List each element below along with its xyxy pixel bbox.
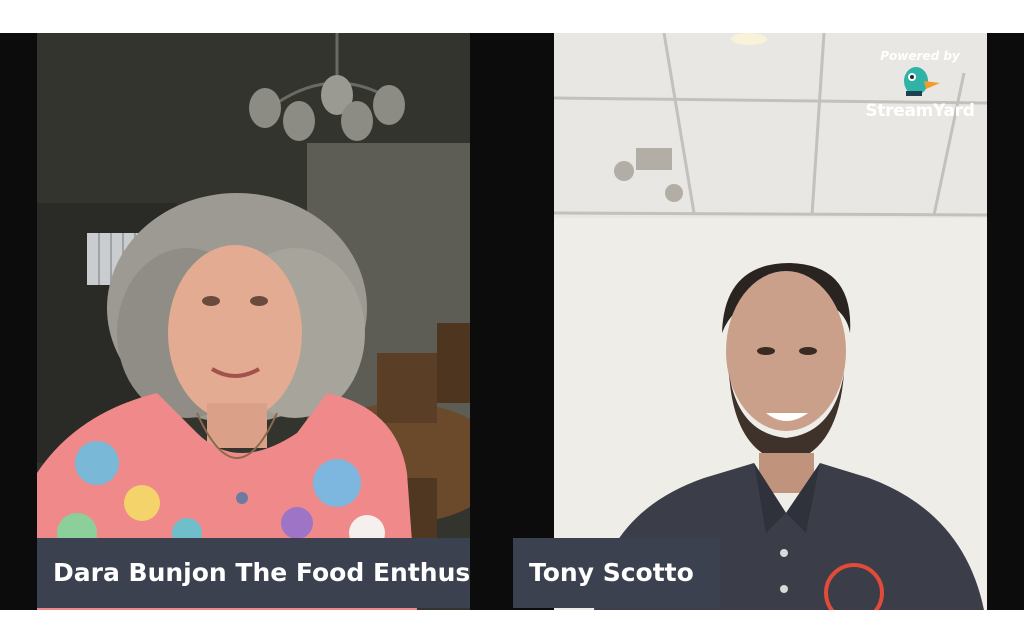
participant-video-tony: Powered by StreamYard	[554, 33, 987, 610]
streamyard-branding: Powered by StreamYard	[863, 49, 977, 121]
streamyard-logo-text: StreamYard	[865, 101, 975, 121]
participant-name-label: Dara Bunjon The Food Enthusi...	[37, 538, 470, 608]
duck-logo-icon	[904, 67, 940, 96]
video-stage: Dara Bunjon The Food Enthusi... Powered …	[0, 33, 1024, 610]
participant-name-label: Tony Scotto	[513, 538, 720, 608]
participant-video-dara: Dara Bunjon The Food Enthusi...	[37, 33, 470, 610]
powered-by-label: Powered by	[880, 49, 960, 63]
video-frame-dara	[37, 33, 470, 610]
